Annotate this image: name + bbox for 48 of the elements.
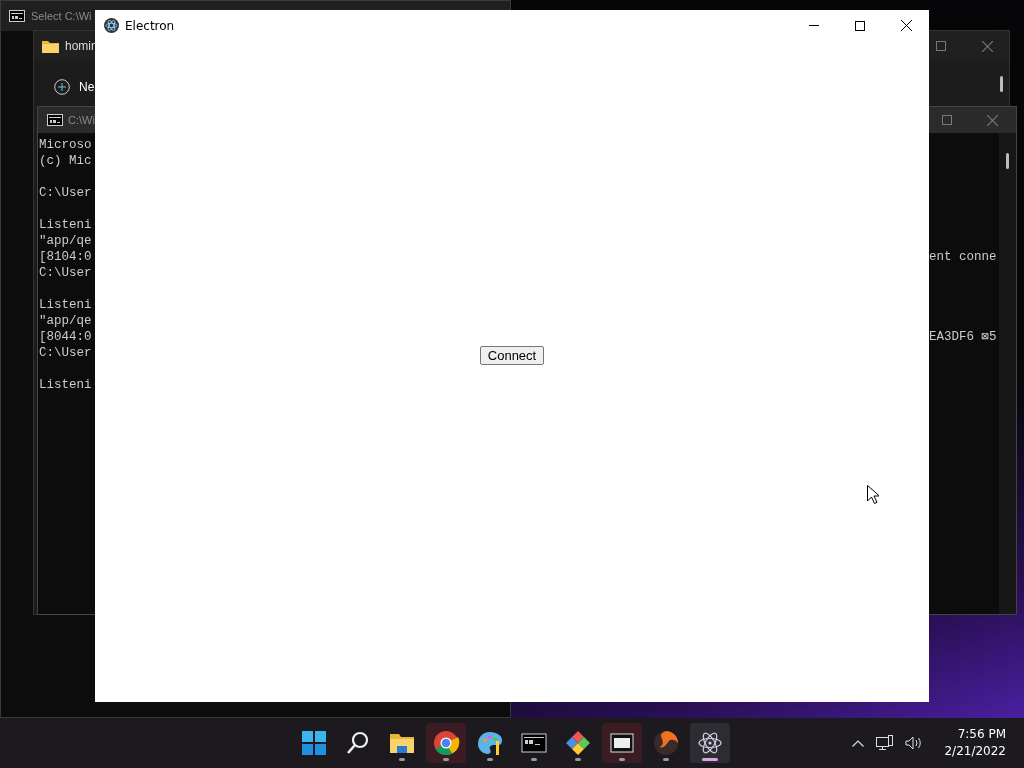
console-line: C:\User: [39, 265, 92, 281]
minimize-icon: [809, 25, 819, 26]
console-line: Listeni: [39, 377, 92, 393]
console-line: (c) Mic: [39, 153, 92, 169]
scrollbar-thumb-icon: [1000, 76, 1003, 92]
diamond-tiles-icon: [564, 729, 592, 757]
console-line: C:\User: [39, 185, 92, 201]
console-line: [8044:0: [39, 329, 92, 345]
atom-icon: [104, 18, 119, 33]
console-line: Listeni: [39, 297, 92, 313]
maximize-icon[interactable]: [942, 115, 952, 125]
console-line: "app/qe: [39, 233, 92, 249]
maximize-icon: [855, 20, 865, 31]
console-line: ent conne: [929, 249, 997, 265]
close-icon: [900, 20, 912, 31]
chevron-up-icon[interactable]: [852, 739, 865, 747]
taskbar-button[interactable]: [690, 723, 730, 763]
window-title: C:\Wi: [68, 114, 95, 126]
palette-icon: [476, 729, 504, 757]
console-icon: [9, 10, 25, 22]
browser-icon: [432, 729, 460, 757]
maximize-icon[interactable]: [936, 41, 946, 51]
clock[interactable]: 7:56 PM 2/21/2022: [944, 726, 1006, 760]
console-line: Microso: [39, 137, 92, 153]
new-button[interactable]: Ne: [54, 77, 95, 97]
window-title: Select C:\Wi: [31, 10, 92, 22]
start-icon: [300, 729, 328, 757]
console-line: "app/qe: [39, 313, 92, 329]
console-line: C:\User: [39, 345, 92, 361]
taskbar-button[interactable]: [426, 723, 466, 763]
mouse-cursor-icon: [867, 485, 879, 504]
scrollbar[interactable]: [999, 133, 1016, 614]
console-line: Listeni: [39, 217, 92, 233]
network-icon[interactable]: [876, 734, 894, 752]
folder-icon: [42, 39, 59, 53]
scrollbar-thumb-icon: [1006, 153, 1009, 169]
close-icon[interactable]: [987, 114, 998, 126]
console-line: [8104:0: [39, 249, 92, 265]
speaker-icon[interactable]: [905, 736, 923, 750]
clock-time: 7:56 PM: [957, 726, 1006, 743]
connect-button[interactable]: Connect: [479, 346, 545, 365]
plus-icon: [54, 79, 70, 95]
console-line: EA3DF6 ⊠5: [929, 329, 997, 345]
clock-date: 2/21/2022: [944, 743, 1006, 760]
close-icon[interactable]: [982, 40, 993, 52]
taskbar-button[interactable]: [602, 723, 642, 763]
console-icon: [47, 114, 63, 126]
window-title: Electron: [125, 18, 175, 33]
